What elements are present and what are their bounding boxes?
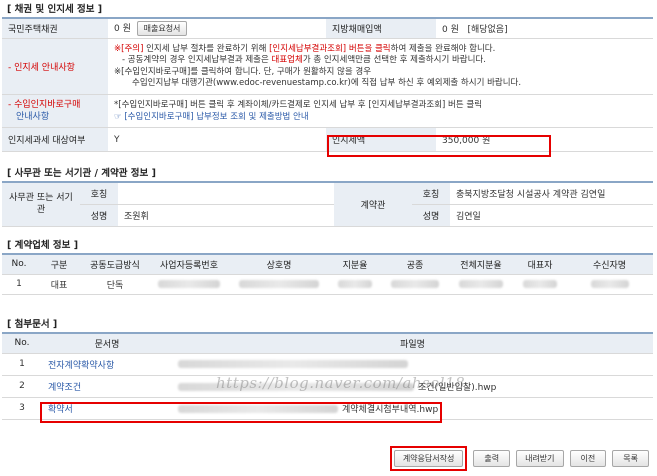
blog-watermark: https://blog.naver.com/ahsol18 [216, 374, 466, 392]
company-method: 단독 [82, 274, 148, 295]
col-file-name: 파일명 [172, 333, 653, 354]
stamp-target-label: 인지세과세 대상여부 [2, 127, 108, 152]
stamp-target-value: Y [108, 127, 326, 152]
section-title: [ 계약업체 정보 ] [7, 240, 79, 251]
bond-section: [ 채권 및 인지세 정보 ] 국민주택채권 0 원 매출요청서 지방채매입액 … [2, 3, 653, 152]
buy-guide-text: *[수입인지바로구매] 버튼 클릭 후 계좌이체/카드결제로 인지세 납부 후 … [108, 94, 653, 128]
stamp-amount-highlight [327, 135, 551, 157]
officer-name-label: 성명 [80, 204, 118, 227]
housing-bond-cell: 0 원 매출요청서 [108, 18, 326, 39]
col-biz-no: 사업자등록번호 [148, 254, 230, 275]
attach-no: 3 [2, 397, 42, 420]
section-title: [ 첨부문서 ] [7, 319, 58, 330]
redacted-cell [566, 274, 653, 295]
attach-doc-link[interactable]: 전자계약확약사항 [42, 353, 172, 376]
attach-doc-link[interactable]: 계약조건 [42, 375, 172, 398]
attach-row-highlight [40, 402, 442, 423]
col-method: 공동도급방식 [82, 254, 148, 275]
guide-text: - 공동계약의 경우 인지세납부결과 제출은 [122, 55, 272, 65]
company-no: 1 [2, 274, 36, 295]
apply-button-highlight: 계약응답서작성 [389, 446, 468, 471]
col-ceo: 대표자 [514, 254, 566, 275]
action-bar: 계약응답서작성 출력 내려받기 이전 목록 [389, 446, 649, 471]
attach-no: 2 [2, 375, 42, 398]
guide-text: 가 총 인지세액만큼 선택한 후 제출하시기 바랍니다. [302, 55, 486, 65]
contractor-title-label: 호칭 [412, 182, 450, 205]
officer-title-value [118, 182, 334, 205]
redacted-cell [328, 274, 382, 295]
redacted-cell [514, 274, 566, 295]
redacted-cell [382, 274, 448, 295]
housing-bond-value: 0 원 [114, 24, 131, 34]
contractor-title-value: 충북지방조달청 시설공사 계약관 김연일 [450, 182, 653, 205]
guide-text: ※[수입인지바로구매]를 클릭하여 합니다. 단, 구매가 원활하지 않을 경우 [114, 66, 372, 77]
guide-text: 수입인지납부 대행기관(www.edoc-revenuestamp.co.kr)… [132, 78, 522, 88]
officer-title-label: 호칭 [80, 182, 118, 205]
col-no: No. [2, 333, 42, 354]
purchase-request-button[interactable]: 매출요청서 [136, 21, 188, 36]
buy-guide-line: *[수입인지바로구매] 버튼 클릭 후 계좌이체/카드결제로 인지세 납부 후 … [114, 100, 483, 110]
contractor-label: 계약관 [334, 182, 412, 227]
stamp-guide-label: - 인지세 안내사항 [2, 38, 108, 95]
contract-response-button[interactable]: 계약응답서작성 [393, 450, 464, 467]
table-row: 1 대표 단독 [2, 274, 653, 295]
attach-no: 1 [2, 353, 42, 376]
guide-red-text: 대표업체 [271, 55, 303, 65]
redacted-cell [148, 274, 230, 295]
doc-icon: ☞ [114, 112, 125, 122]
guide-notice: ※[주의] [114, 43, 147, 54]
redacted-cell [448, 274, 514, 295]
local-bond-label: 지방채매입액 [326, 18, 436, 39]
contractor-name-value: 김연일 [450, 204, 653, 227]
guide-text: 하여 제출을 완료해야 합니다. [390, 43, 496, 54]
company-type: 대표 [36, 274, 82, 295]
list-button[interactable]: 목록 [612, 450, 649, 467]
housing-bond-label: 국민주택채권 [2, 18, 108, 39]
buy-guide-link[interactable]: [수입인지바로구매] 납부정보 조회 및 제출방법 안내 [124, 112, 308, 122]
company-header-row: No. 구분 공동도급방식 사업자등록번호 상호명 지분율 공종 전체지분율 대… [2, 254, 653, 275]
buy-guide-label-line: 안내사항 [16, 112, 50, 122]
prev-button[interactable]: 이전 [569, 450, 607, 467]
col-work-type: 공종 [382, 254, 448, 275]
section-title: [ 사무관 또는 서기관 / 계약관 정보 ] [7, 168, 156, 179]
contractor-name-label: 성명 [412, 204, 450, 227]
stamp-guide-label-text: - 인지세 안내사항 [8, 63, 75, 73]
col-company: 상호명 [230, 254, 328, 275]
buy-guide-label: - 수입인지바로구매 안내사항 [2, 94, 108, 128]
company-section: [ 계약업체 정보 ] No. 구분 공동도급방식 사업자등록번호 상호명 지분… [2, 239, 653, 295]
attach-header-row: No. 문서명 파일명 [2, 333, 653, 354]
col-doc-name: 문서명 [42, 333, 172, 354]
stamp-guide-text: ※[주의] 인지세 납부 절차를 완료하기 위해 [인지세납부결과조회] 버튼을… [108, 38, 653, 95]
print-button[interactable]: 출력 [473, 450, 511, 467]
download-button[interactable]: 내려받기 [516, 450, 564, 467]
buy-guide-label-line: - 수입인지바로구매 [8, 100, 81, 110]
office-section: [ 사무관 또는 서기관 / 계약관 정보 ] 사무관 또는 서기관 호칭 계약… [2, 167, 653, 227]
guide-red-text: [인지세납부결과조회] 버튼을 클릭 [269, 43, 391, 54]
col-total-share: 전체지분율 [448, 254, 514, 275]
col-share: 지분율 [328, 254, 382, 275]
bond-table: 국민주택채권 0 원 매출요청서 지방채매입액 0 원 [해당없음] - 인지세… [2, 17, 653, 152]
local-bond-value: 0 원 [해당없음] [436, 18, 653, 39]
redacted-cell [230, 274, 328, 295]
guide-text: 인지세 납부 절차를 완료하기 위해 [146, 43, 270, 54]
attach-file [172, 353, 653, 376]
table-row: 1 전자계약확약사항 [2, 353, 653, 376]
section-title: [ 채권 및 인지세 정보 ] [7, 4, 103, 15]
officer-name-value: 조원휘 [118, 204, 334, 227]
col-recipient: 수신자명 [566, 254, 653, 275]
col-type: 구분 [36, 254, 82, 275]
company-table: No. 구분 공동도급방식 사업자등록번호 상호명 지분율 공종 전체지분율 대… [2, 253, 653, 295]
col-no: No. [2, 254, 36, 275]
office-table: 사무관 또는 서기관 호칭 계약관 호칭 충북지방조달청 시설공사 계약관 김연… [2, 181, 653, 227]
officer-label: 사무관 또는 서기관 [2, 182, 80, 227]
